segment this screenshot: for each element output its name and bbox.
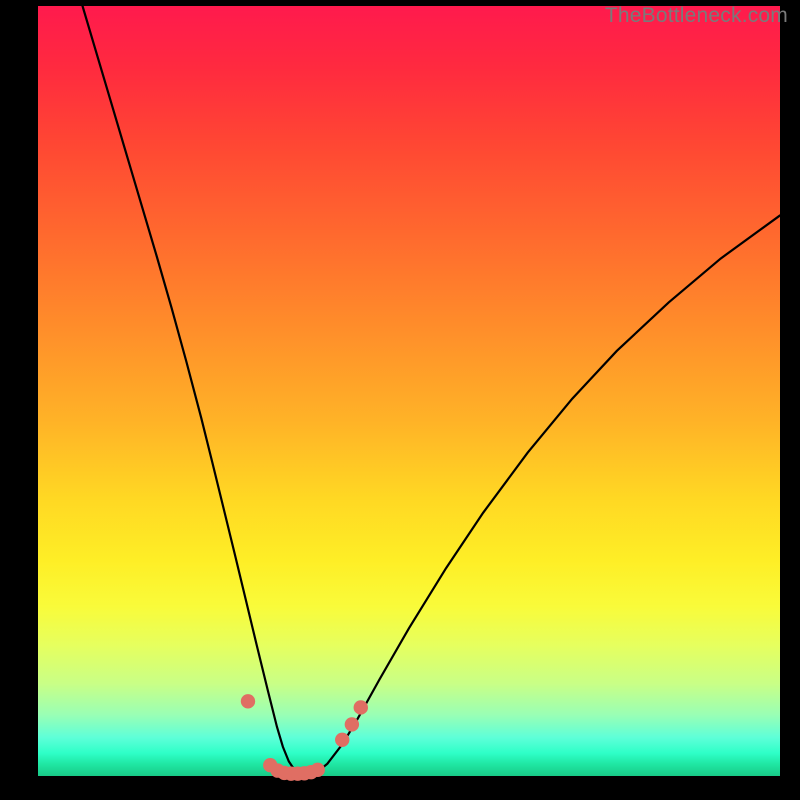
bottleneck-curve xyxy=(83,6,780,776)
curve-marker xyxy=(335,733,349,747)
curve-marker xyxy=(311,763,325,777)
curve-marker xyxy=(241,694,255,708)
curve-markers xyxy=(241,694,368,781)
chart-svg xyxy=(0,0,800,800)
chart-frame: TheBottleneck.com xyxy=(0,0,800,800)
curve-marker xyxy=(345,717,359,731)
curve-marker xyxy=(354,700,368,714)
